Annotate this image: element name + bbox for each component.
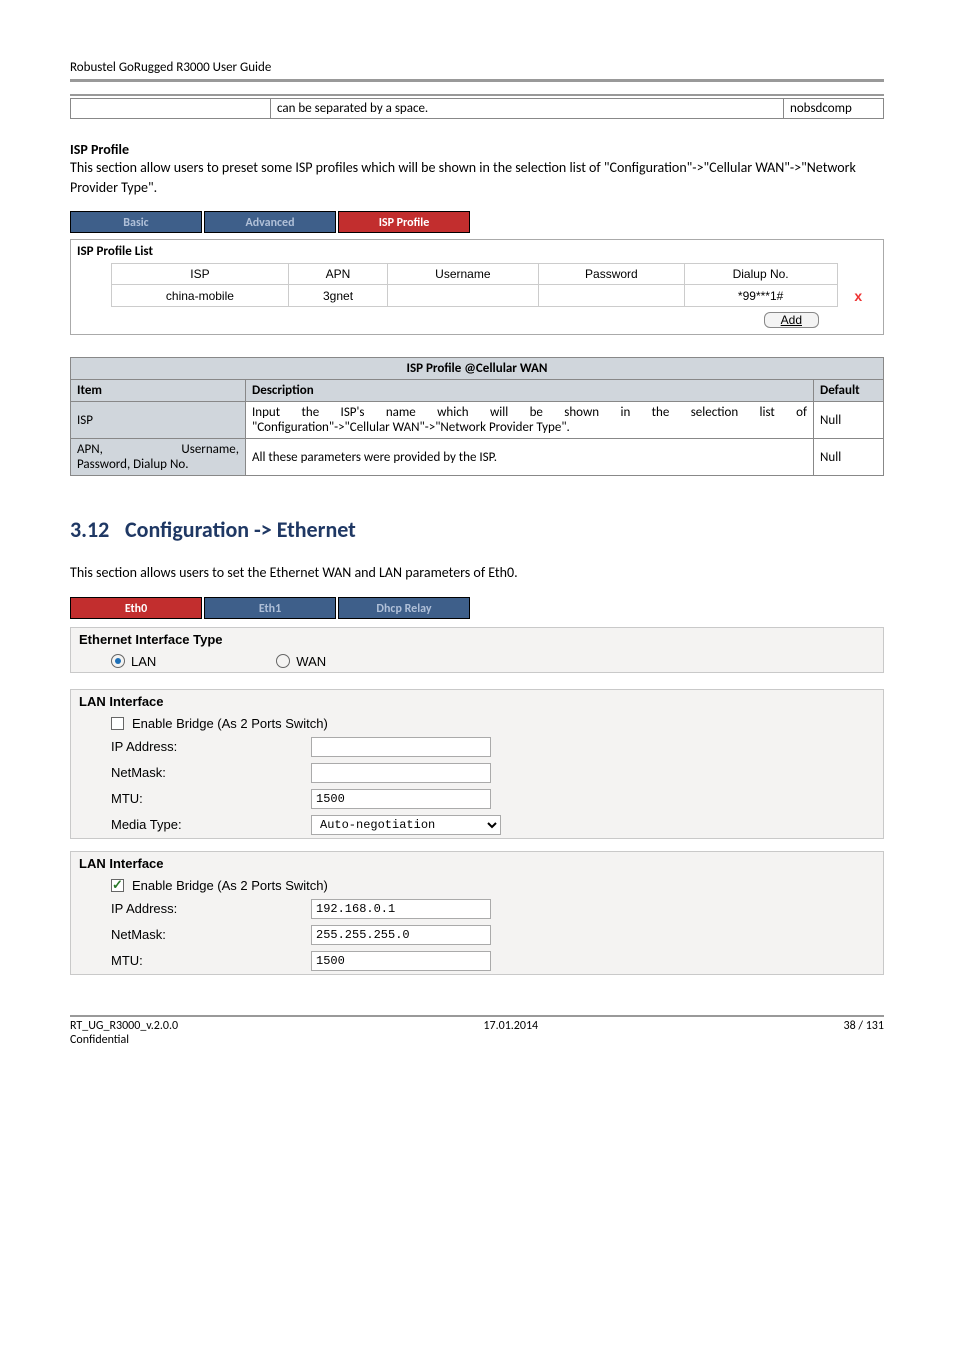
radio-selected-icon <box>111 654 125 668</box>
radio-lan[interactable]: LAN <box>111 654 156 669</box>
cell-user <box>387 285 538 307</box>
mtu-input[interactable] <box>311 951 491 971</box>
isp-profile-heading: ISP Profile <box>70 141 884 158</box>
section-number: 3.12 <box>70 516 120 543</box>
bridge-checkbox[interactable] <box>111 717 124 730</box>
col-username: Username <box>387 264 538 285</box>
panel-title: LAN Interface <box>71 852 883 875</box>
media-label: Media Type: <box>111 817 311 832</box>
bridge-checkbox[interactable] <box>111 879 124 892</box>
ip-label: IP Address: <box>111 901 311 916</box>
tab-dhcp-relay[interactable]: Dhcp Relay <box>338 597 470 619</box>
radio-wan[interactable]: WAN <box>276 654 326 669</box>
desc-caption: ISP Profile @Cellular WAN <box>71 358 884 380</box>
tab-advanced[interactable]: Advanced <box>204 211 336 233</box>
desc-apn: All these parameters were provided by th… <box>246 439 814 476</box>
def-apn: Null <box>814 439 884 476</box>
hdr-desc: Description <box>246 380 814 402</box>
panel-title: Ethernet Interface Type <box>71 628 883 651</box>
isp-profile-table: ISP APN Username Password Dialup No. chi… <box>75 263 879 307</box>
doc-title: Robustel GoRugged R3000 User Guide <box>70 60 884 75</box>
eth-intro: This section allows users to set the Eth… <box>70 563 884 583</box>
info-col3: nobsdcomp <box>784 99 884 119</box>
info-table: can be separated by a space. nobsdcomp <box>70 98 884 119</box>
divider <box>70 1015 884 1017</box>
divider <box>70 94 884 96</box>
footer-right: 38 / 131 <box>844 1019 884 1033</box>
bridge-label: Enable Bridge (As 2 Ports Switch) <box>132 716 328 731</box>
media-select[interactable]: Auto-negotiation <box>311 815 501 835</box>
description-table: ISP Profile @Cellular WAN Item Descripti… <box>70 357 884 476</box>
section-heading: 3.12 Configuration -> Ethernet <box>70 516 884 543</box>
eth-interface-type-panel: Ethernet Interface Type LAN WAN <box>70 627 884 673</box>
tab-strip: Basic Advanced ISP Profile <box>70 211 884 233</box>
divider <box>70 79 884 82</box>
ip-input[interactable] <box>311 899 491 919</box>
mtu-label: MTU: <box>111 791 311 806</box>
bridge-label: Enable Bridge (As 2 Ports Switch) <box>132 878 328 893</box>
isp-profile-list-panel: ISP Profile List ISP APN Username Passwo… <box>70 239 884 335</box>
radio-lan-label: LAN <box>131 654 156 669</box>
mtu-input[interactable] <box>311 789 491 809</box>
col-dialup: Dialup No. <box>684 264 837 285</box>
hdr-item: Item <box>71 380 246 402</box>
table-row: ISP Input the ISP's name which will be s… <box>71 402 884 439</box>
footer-center: 17.01.2014 <box>483 1019 538 1033</box>
cell-apn: 3gnet <box>289 285 387 307</box>
col-apn: APN <box>289 264 387 285</box>
tab-basic[interactable]: Basic <box>70 211 202 233</box>
isp-profile-list-title: ISP Profile List <box>77 244 879 259</box>
col-isp: ISP <box>111 264 289 285</box>
table-row: china-mobile 3gnet *99***1# x <box>75 285 879 307</box>
cell-dial: *99***1# <box>684 285 837 307</box>
footer-confidential: Confidential <box>70 1033 884 1047</box>
mtu-label: MTU: <box>111 953 311 968</box>
add-button[interactable]: Add <box>764 312 819 328</box>
desc-isp: Input the ISP's name which will be shown… <box>246 402 814 439</box>
def-isp: Null <box>814 402 884 439</box>
info-col2: can be separated by a space. <box>271 99 784 119</box>
isp-profile-text: This section allow users to preset some … <box>70 158 884 197</box>
mask-label: NetMask: <box>111 927 311 942</box>
radio-unselected-icon <box>276 654 290 668</box>
mask-input[interactable] <box>311 925 491 945</box>
table-row: APN,Username, Password, Dialup No. All t… <box>71 439 884 476</box>
mask-label: NetMask: <box>111 765 311 780</box>
tab-eth1[interactable]: Eth1 <box>204 597 336 619</box>
lan-interface-panel-2: LAN Interface Enable Bridge (As 2 Ports … <box>70 851 884 975</box>
panel-title: LAN Interface <box>71 690 883 713</box>
hdr-def: Default <box>814 380 884 402</box>
cell-pass <box>539 285 685 307</box>
section-title: Configuration -> Ethernet <box>125 516 356 543</box>
ip-input[interactable] <box>311 737 491 757</box>
mask-input[interactable] <box>311 763 491 783</box>
tab-eth0[interactable]: Eth0 <box>70 597 202 619</box>
footer-left: RT_UG_R3000_v.2.0.0 <box>70 1019 178 1033</box>
footer: RT_UG_R3000_v.2.0.0 17.01.2014 38 / 131 <box>70 1019 884 1033</box>
cell-isp: china-mobile <box>111 285 289 307</box>
item-isp: ISP <box>71 402 246 439</box>
tab-strip-eth: Eth0 Eth1 Dhcp Relay <box>70 597 884 619</box>
item-apn: APN,Username, Password, Dialup No. <box>71 439 246 476</box>
radio-wan-label: WAN <box>296 654 326 669</box>
ip-label: IP Address: <box>111 739 311 754</box>
info-col1 <box>71 99 271 119</box>
tab-isp-profile[interactable]: ISP Profile <box>338 211 470 233</box>
col-password: Password <box>539 264 685 285</box>
lan-interface-panel-1: LAN Interface Enable Bridge (As 2 Ports … <box>70 689 884 839</box>
delete-icon[interactable]: x <box>854 288 862 304</box>
